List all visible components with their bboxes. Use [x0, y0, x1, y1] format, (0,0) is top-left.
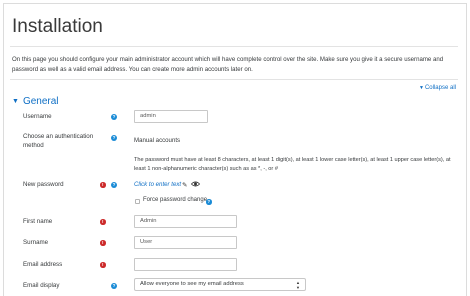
force-password-change-checkbox[interactable]: [135, 199, 140, 204]
new-password-edit-link[interactable]: Click to enter text: [134, 181, 181, 188]
password-policy-text: The password must have at least 8 charac…: [134, 157, 451, 172]
new-password-help-icon[interactable]: ?: [111, 182, 117, 188]
select-arrows-icon: ▲ ▼: [296, 279, 300, 290]
first-name-required-icon: !: [100, 219, 106, 225]
new-password-required-icon: !: [100, 182, 106, 188]
username-help-icon[interactable]: ?: [111, 114, 117, 120]
email-label: Email address: [23, 261, 63, 268]
section-header-general[interactable]: ▼ General: [12, 96, 59, 107]
chevron-down-icon: ▼: [12, 98, 19, 105]
collapse-triangle-icon: ▼: [419, 85, 424, 91]
auth-method-help-icon[interactable]: ?: [111, 135, 117, 141]
eye-icon[interactable]: [191, 180, 200, 188]
first-name-input[interactable]: Admin: [134, 215, 237, 228]
username-input[interactable]: admin: [134, 110, 208, 123]
intro-text: On this page you should configure your m…: [12, 56, 444, 73]
email-display-label: Email display: [23, 282, 60, 289]
new-password-label: New password: [23, 181, 64, 188]
auth-method-value: Manual accounts: [134, 137, 181, 144]
email-display-help-icon[interactable]: ?: [111, 283, 117, 289]
force-password-change-label: Force password change: [143, 197, 208, 203]
username-label: Username: [23, 113, 52, 120]
section-title: General: [22, 96, 59, 107]
force-password-change-help-icon[interactable]: ?: [206, 199, 212, 205]
collapse-all-label: Collapse all: [424, 85, 456, 91]
email-required-icon: !: [100, 262, 106, 268]
surname-input[interactable]: User: [134, 236, 237, 249]
pencil-icon[interactable]: ✎: [182, 181, 187, 189]
email-display-select[interactable]: Allow everyone to see my email address ▲ ▼: [134, 278, 306, 291]
surname-required-icon: !: [100, 240, 106, 246]
email-display-selected-value: Allow everyone to see my email address: [140, 281, 244, 287]
collapse-all-link[interactable]: ▼Collapse all: [419, 85, 456, 91]
first-name-label: First name: [23, 218, 53, 225]
email-input[interactable]: [134, 258, 237, 271]
surname-label: Surname: [23, 239, 49, 246]
title-divider: [10, 46, 458, 47]
page-title: Installation: [12, 16, 103, 37]
intro-divider: [10, 79, 458, 80]
auth-method-label: Choose an authentication method: [23, 133, 94, 149]
